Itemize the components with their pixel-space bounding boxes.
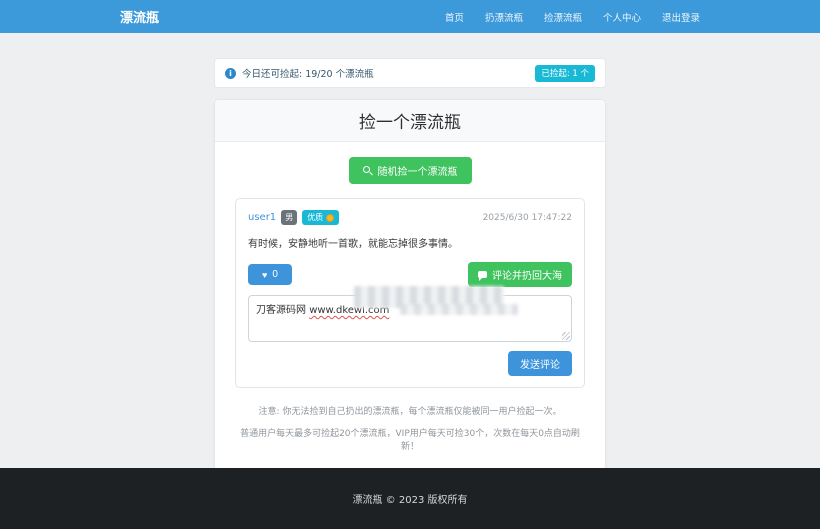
nav-item-home[interactable]: 首页 xyxy=(445,10,464,24)
comment-throw-back-label: 评论并扔回大海 xyxy=(492,271,562,282)
copyright-text: 漂流瓶 © 2023 版权所有 xyxy=(352,495,468,506)
random-pick-label: 随机捡一个漂流瓶 xyxy=(377,167,458,178)
main-column: 今日还可捡起: 19/20 个漂流瓶 已捡起: 1 个 捡一个漂流瓶 随机捡一个… xyxy=(214,58,606,476)
nav-item-logout[interactable]: 退出登录 xyxy=(662,10,700,24)
navbar: 漂流瓶 首页 扔漂流瓶 捡漂流瓶 个人中心 退出登录 xyxy=(0,0,820,33)
like-button[interactable]: ♥ 0 xyxy=(248,264,292,285)
resize-handle[interactable] xyxy=(562,332,570,340)
comment-input[interactable]: 刀客源码网 www.dkewl.com xyxy=(248,295,572,342)
card-body: 随机捡一个漂流瓶 user1 男 优质 2025/6/30 17:47:22 有… xyxy=(215,142,605,475)
comment-area: 刀客源码网 www.dkewl.com xyxy=(248,286,572,342)
bottle-type-badge: 优质 xyxy=(302,210,340,225)
nav-item-throw-bottle[interactable]: 扔漂流瓶 xyxy=(485,10,523,24)
navbar-container: 漂流瓶 首页 扔漂流瓶 捡漂流瓶 个人中心 退出登录 xyxy=(120,7,700,26)
comment-input-url: www.dkewl.com xyxy=(309,305,390,316)
pick-bottle-card: 捡一个漂流瓶 随机捡一个漂流瓶 user1 男 优质 2025/6/30 17:… xyxy=(214,99,606,476)
bottle-author[interactable]: user1 xyxy=(248,212,276,223)
send-comment-button[interactable]: 发送评论 xyxy=(508,351,572,376)
bottle-type-label: 优质 xyxy=(307,213,324,222)
coin-icon xyxy=(326,213,335,222)
brand-logo[interactable]: 漂流瓶 xyxy=(120,7,159,26)
page: 漂流瓶 首页 扔漂流瓶 捡漂流瓶 个人中心 退出登录 今日还可捡起: 19/20… xyxy=(0,0,820,529)
bottle-actions: ♥ 0 评论并扔回大海 xyxy=(248,262,572,287)
page-footer: 漂流瓶 © 2023 版权所有 xyxy=(0,468,820,529)
heart-icon: ♥ xyxy=(262,269,268,280)
comment-icon xyxy=(478,271,487,281)
bottle-item: user1 男 优质 2025/6/30 17:47:22 有时候，安静地听一首… xyxy=(235,198,585,388)
card-title: 捡一个漂流瓶 xyxy=(215,100,605,142)
bottle-message: 有时候，安静地听一首歌，就能忘掉很多事情。 xyxy=(248,239,458,250)
info-icon xyxy=(225,67,236,79)
comment-throw-back-button[interactable]: 评论并扔回大海 xyxy=(468,262,572,287)
rule-note-1: 注意: 你无法捡到自己扔出的漂流瓶，每个漂流瓶仅能被同一用户捡起一次。 xyxy=(258,407,562,417)
nav-links: 首页 扔漂流瓶 捡漂流瓶 个人中心 退出登录 xyxy=(445,10,700,24)
quota-text: 今日还可捡起: 19/20 个漂流瓶 xyxy=(242,69,374,80)
nav-item-pick-bottle[interactable]: 捡漂流瓶 xyxy=(544,10,582,24)
picked-count-badge: 已捡起: 1 个 xyxy=(535,64,595,82)
send-row: 发送评论 xyxy=(248,351,572,376)
random-pick-button[interactable]: 随机捡一个漂流瓶 xyxy=(348,157,472,184)
nav-item-profile[interactable]: 个人中心 xyxy=(603,10,641,24)
rules-notes: 注意: 你无法捡到自己扔出的漂流瓶，每个漂流瓶仅能被同一用户捡起一次。 普通用户… xyxy=(235,404,585,452)
daily-quota-alert: 今日还可捡起: 19/20 个漂流瓶 已捡起: 1 个 xyxy=(214,58,606,88)
comment-input-text: 刀客源码网 xyxy=(256,305,310,316)
gender-badge: 男 xyxy=(281,210,298,225)
search-icon xyxy=(362,165,373,176)
like-count: 0 xyxy=(272,269,278,280)
rule-note-2: 普通用户每天最多可捡起20个漂流瓶，VIP用户每天可捡30个，次数在每天0点自动… xyxy=(240,429,580,452)
bottle-header: user1 男 优质 2025/6/30 17:47:22 xyxy=(248,210,572,225)
bottle-timestamp: 2025/6/30 17:47:22 xyxy=(482,212,572,223)
